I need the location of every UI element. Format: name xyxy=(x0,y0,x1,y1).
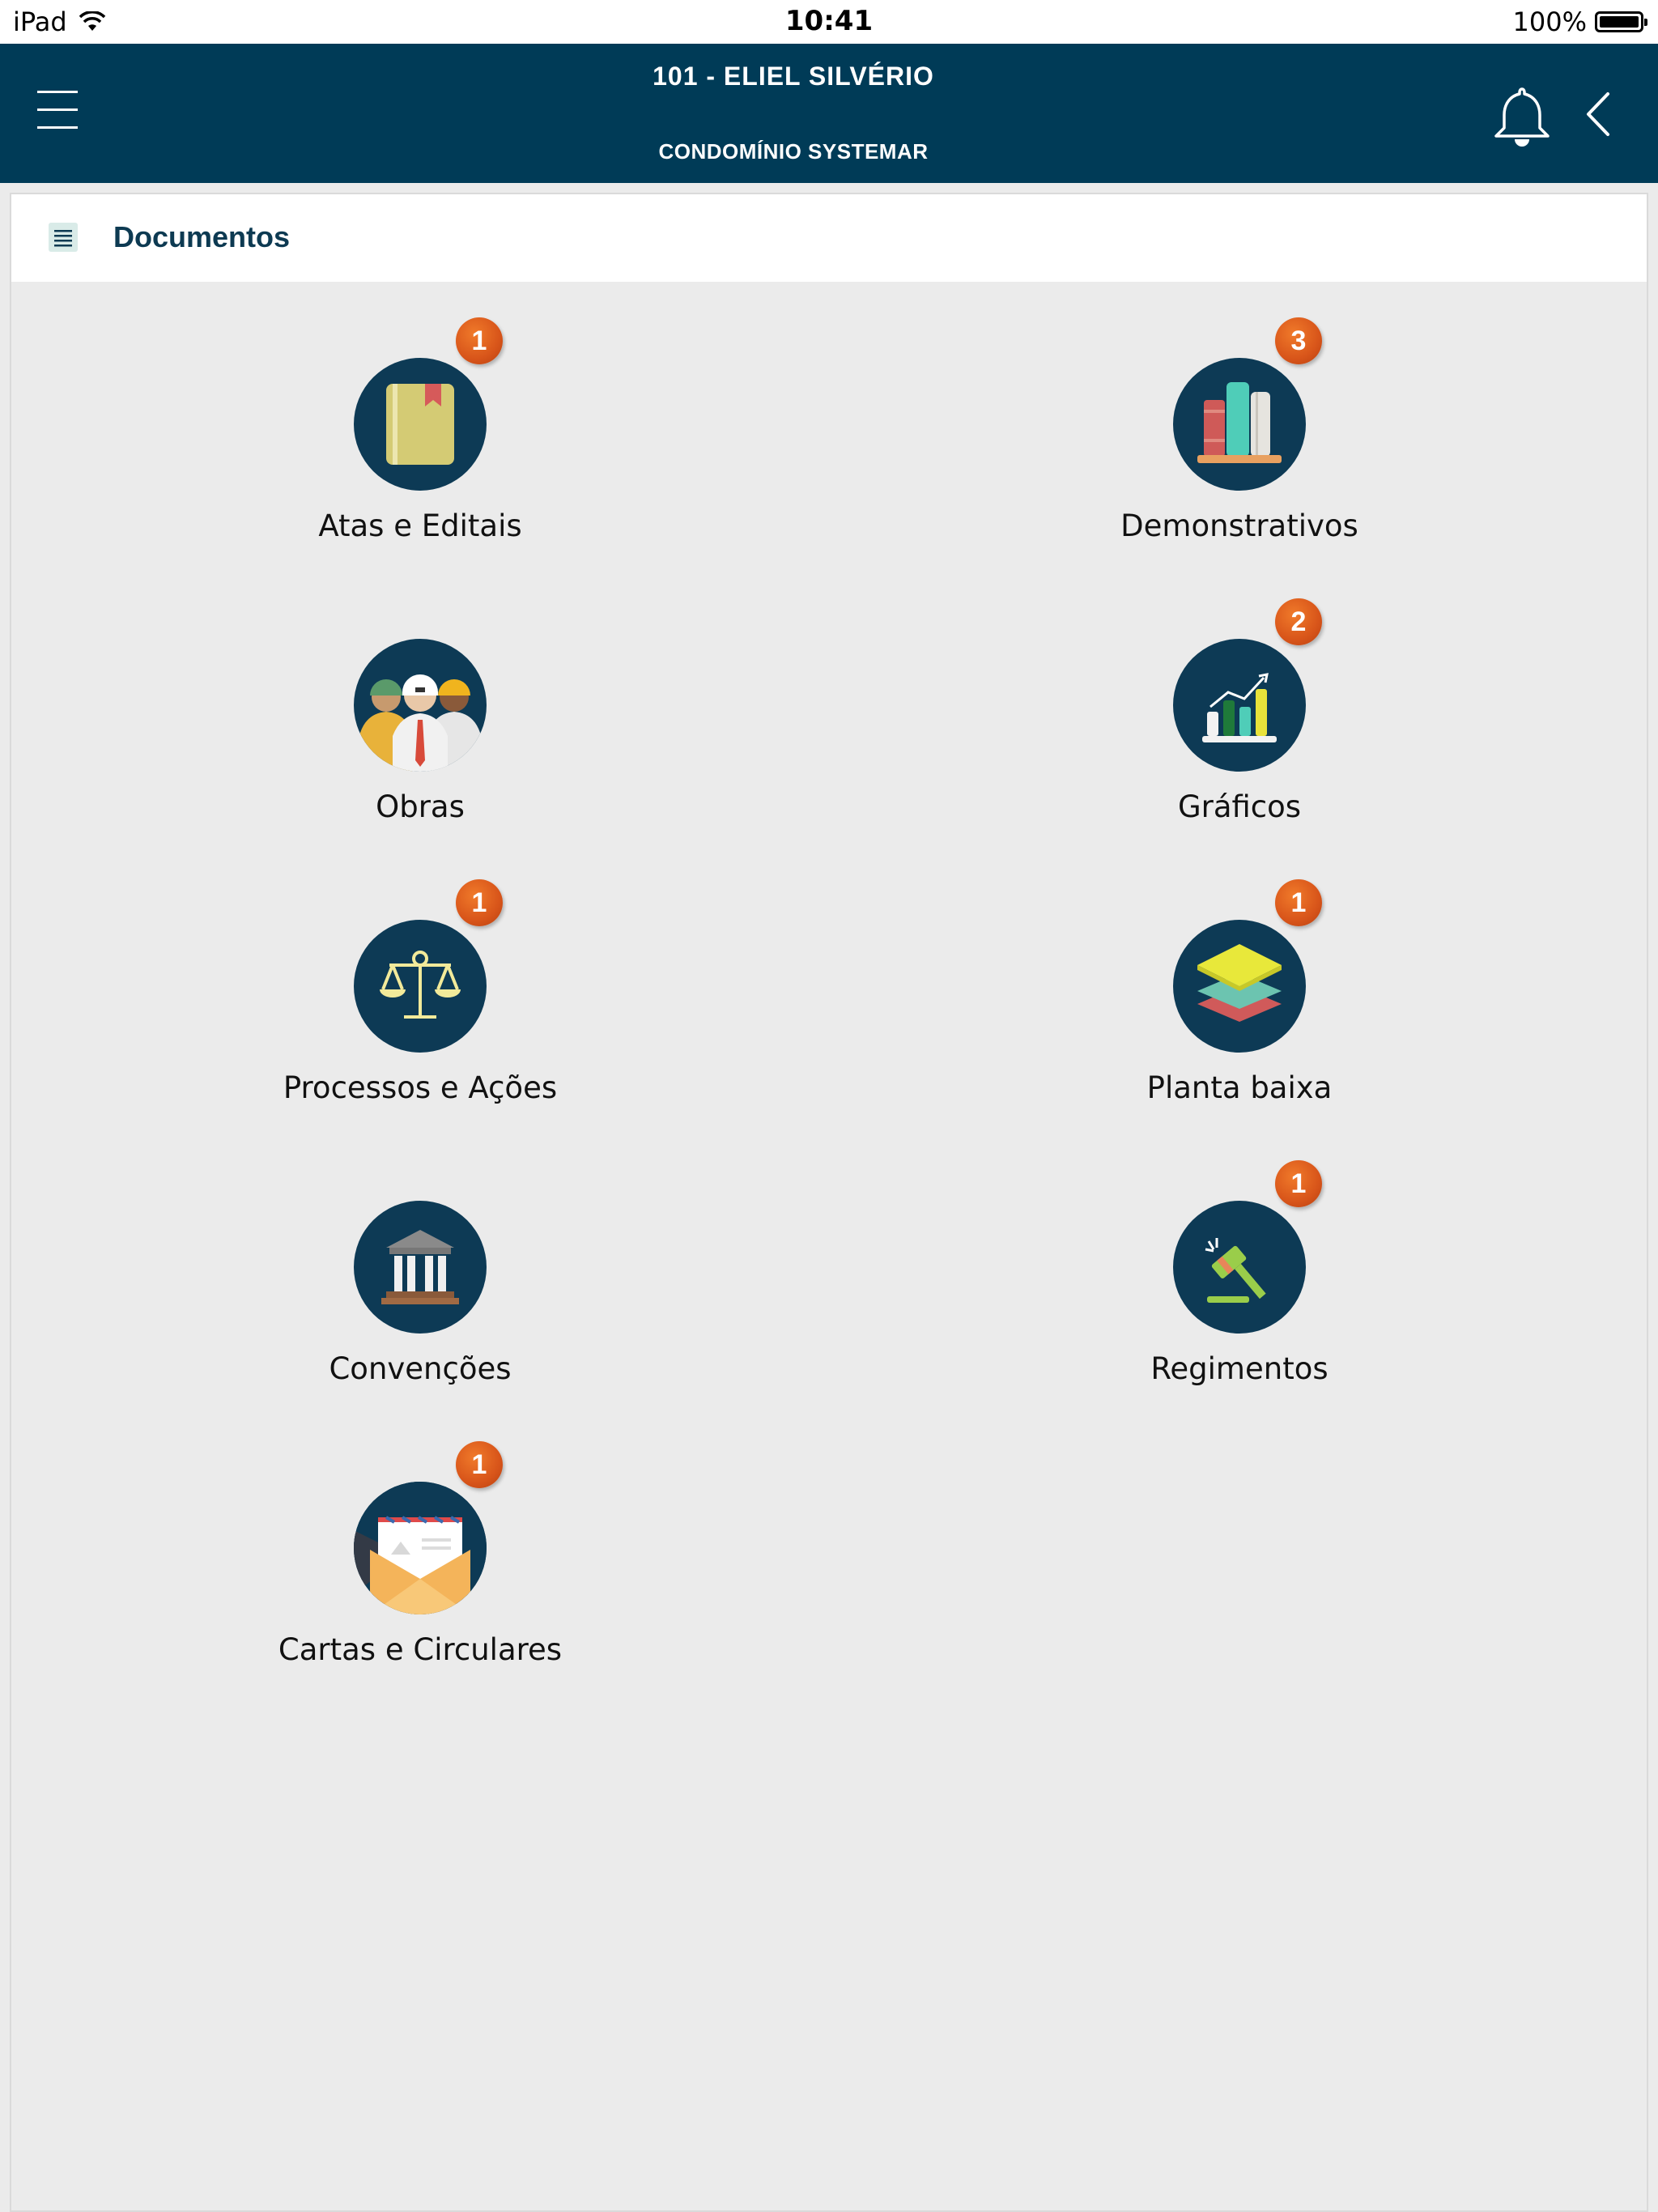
book-icon xyxy=(386,384,454,465)
tile-label: Regimentos xyxy=(1150,1351,1329,1386)
panel-header: Documentos xyxy=(11,194,1647,282)
envelope-icon xyxy=(354,1482,487,1614)
condo-subtitle: CONDOMÍNIO SYSTEMAR xyxy=(658,139,929,164)
chevron-left-icon xyxy=(1587,92,1609,136)
tile-graficos[interactable]: 2 Gráficos xyxy=(1013,598,1466,866)
battery-percent: 100% xyxy=(1512,6,1587,37)
document-list-icon xyxy=(49,223,78,252)
tile-label: Gráficos xyxy=(1177,789,1302,824)
documents-panel: Documentos 1 Atas e Editais 3 Demonstrat… xyxy=(10,193,1648,2212)
tile-regimentos[interactable]: 1 Regimentos xyxy=(1013,1160,1466,1427)
badge-count: 3 xyxy=(1275,317,1322,364)
tile-planta-baixa[interactable]: 1 Planta baixa xyxy=(1013,879,1466,1146)
section-title: Documentos xyxy=(113,220,291,253)
tile-label: Convenções xyxy=(329,1351,512,1386)
bar-chart-icon xyxy=(1202,673,1277,742)
layers-icon xyxy=(1197,944,1282,1022)
badge-count: 1 xyxy=(1275,1160,1322,1207)
tile-label: Atas e Editais xyxy=(318,508,522,543)
tile-label: Demonstrativos xyxy=(1120,508,1358,543)
notifications-button[interactable] xyxy=(1488,83,1556,151)
tile-label: Processos e Ações xyxy=(283,1070,558,1105)
tile-cartas-e-circulares[interactable]: 1 Cartas e Circulares xyxy=(193,1441,647,1708)
tile-label: Obras xyxy=(376,789,465,824)
tile-label: Cartas e Circulares xyxy=(278,1632,563,1667)
clock: 10:41 xyxy=(784,5,874,37)
badge-count: 2 xyxy=(1275,598,1322,645)
bell-icon xyxy=(1494,87,1550,147)
back-button[interactable] xyxy=(1579,86,1619,143)
tile-obras[interactable]: Obras xyxy=(193,639,647,866)
app-header: 101 - ELIEL SILVÉRIO CONDOMÍNIO SYSTEMAR xyxy=(0,44,1658,183)
battery-icon xyxy=(1595,11,1647,32)
gavel-icon xyxy=(1205,1238,1266,1303)
badge-count: 1 xyxy=(456,317,503,364)
tile-convencoes[interactable]: Convenções xyxy=(193,1201,647,1427)
tile-demonstrativos[interactable]: 3 Demonstrativos xyxy=(1013,317,1466,585)
badge-count: 1 xyxy=(1275,879,1322,926)
tile-label: Planta baixa xyxy=(1146,1070,1333,1105)
tile-processos-e-acoes[interactable]: 1 Processos e Ações xyxy=(193,879,647,1146)
books-icon xyxy=(1197,382,1282,463)
badge-count: 1 xyxy=(456,1441,503,1488)
scales-icon xyxy=(380,951,461,1019)
menu-button[interactable] xyxy=(37,91,78,130)
courthouse-icon xyxy=(381,1230,459,1304)
unit-title: 101 - ELIEL SILVÉRIO xyxy=(653,62,934,91)
badge-count: 1 xyxy=(456,879,503,926)
status-bar: iPad 10:41 100% xyxy=(0,0,1658,44)
tile-atas-e-editais[interactable]: 1 Atas e Editais xyxy=(193,317,647,585)
workers-icon xyxy=(360,674,480,772)
